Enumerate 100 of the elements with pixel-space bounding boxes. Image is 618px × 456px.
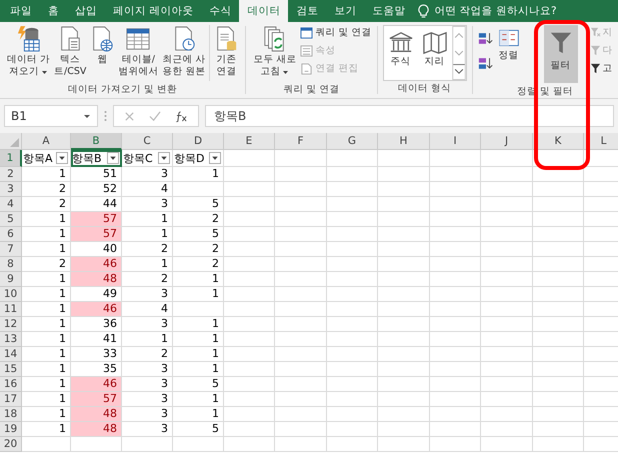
empty-cell bbox=[533, 150, 584, 167]
column-header[interactable]: D bbox=[173, 133, 224, 150]
funnel-icon bbox=[590, 45, 601, 56]
row-header[interactable]: 12 bbox=[0, 317, 22, 332]
caret-icon bbox=[282, 70, 290, 74]
ribbon-small-button[interactable]: 쿼리 및 연결 bbox=[300, 25, 372, 40]
sort-ascending-icon[interactable] bbox=[478, 31, 494, 46]
filter-dropdown-icon[interactable] bbox=[107, 152, 119, 164]
table-cell: 4 bbox=[122, 182, 173, 197]
row-header[interactable]: 6 bbox=[0, 227, 22, 242]
empty-cell bbox=[481, 317, 533, 332]
empty-cell bbox=[275, 227, 327, 242]
name-box[interactable]: B1 bbox=[4, 105, 98, 127]
column-header[interactable]: J bbox=[481, 133, 533, 150]
filter-button[interactable]: 필터 bbox=[544, 25, 578, 83]
column-header[interactable]: E bbox=[224, 133, 275, 150]
row-header[interactable]: 19 bbox=[0, 422, 22, 437]
row-header[interactable]: 8 bbox=[0, 257, 22, 272]
table-cell: 5 bbox=[173, 422, 224, 437]
ribbon-tab[interactable]: 검토 bbox=[288, 0, 326, 22]
empty-cell bbox=[430, 242, 481, 257]
formula-input[interactable]: 항목B bbox=[205, 105, 614, 127]
table-cell: 36 bbox=[71, 317, 122, 332]
data-type-button[interactable]: 지리 bbox=[418, 26, 452, 68]
document-icon bbox=[300, 62, 314, 74]
row-header[interactable]: 17 bbox=[0, 392, 22, 407]
column-header[interactable]: G bbox=[327, 133, 378, 150]
column-header[interactable]: A bbox=[22, 133, 71, 150]
ribbon-button[interactable]: 웹 bbox=[88, 25, 116, 83]
row-header[interactable]: 5 bbox=[0, 212, 22, 227]
empty-cell bbox=[533, 362, 584, 377]
sort-button[interactable]: 정렬 bbox=[496, 25, 522, 85]
empty-cell bbox=[224, 347, 275, 362]
ribbon-button[interactable]: 최근에 사 용한 원본 bbox=[160, 25, 208, 83]
ribbon-small-button[interactable]: 고 bbox=[590, 61, 613, 76]
row-header[interactable]: 15 bbox=[0, 362, 22, 377]
row-header[interactable]: 10 bbox=[0, 287, 22, 302]
column-header[interactable]: I bbox=[430, 133, 481, 150]
empty-cell bbox=[327, 167, 378, 182]
ribbon-button[interactable]: 데이터 가 져오기 bbox=[5, 25, 52, 83]
gallery-scroll-icon[interactable] bbox=[452, 26, 466, 80]
table-header-cell[interactable]: 항목C bbox=[122, 150, 173, 167]
data-type-button[interactable]: 주식 bbox=[384, 26, 418, 68]
row-header[interactable]: 16 bbox=[0, 377, 22, 392]
filter-dropdown-icon[interactable] bbox=[158, 152, 170, 164]
tell-me-search[interactable]: 어떤 작업을 원하시나요? bbox=[434, 4, 557, 18]
row-header[interactable]: 4 bbox=[0, 197, 22, 212]
refresh-all-button[interactable]: 모두 새로 고침 bbox=[251, 25, 298, 83]
column-header[interactable]: K bbox=[533, 133, 584, 150]
table-cell: 5 bbox=[173, 377, 224, 392]
empty-cell bbox=[275, 332, 327, 347]
column-header[interactable]: F bbox=[275, 133, 327, 150]
empty-cell bbox=[481, 437, 533, 452]
ribbon-tab[interactable]: 도움말 bbox=[364, 0, 414, 22]
empty-cell bbox=[275, 377, 327, 392]
ribbon-button[interactable]: 텍스 트/CSV bbox=[52, 25, 88, 83]
table-cell: 41 bbox=[71, 332, 122, 347]
row-header[interactable]: 2 bbox=[0, 167, 22, 182]
filter-dropdown-icon[interactable] bbox=[209, 152, 221, 164]
function-icon[interactable] bbox=[175, 110, 188, 122]
row-header[interactable]: 9 bbox=[0, 272, 22, 287]
table-cell: 1 bbox=[173, 317, 224, 332]
row-header[interactable]: 11 bbox=[0, 302, 22, 317]
ribbon-tab[interactable]: 파일 bbox=[2, 0, 40, 22]
ribbon-tab[interactable]: 데이터 bbox=[239, 0, 288, 22]
table-header-cell[interactable]: 항목B bbox=[71, 150, 122, 167]
empty-cell bbox=[275, 317, 327, 332]
ribbon-tab[interactable]: 보기 bbox=[326, 0, 364, 22]
empty-cell bbox=[327, 317, 378, 332]
row-header[interactable]: 18 bbox=[0, 407, 22, 422]
row-header[interactable]: 20 bbox=[0, 437, 22, 452]
empty-cell bbox=[224, 167, 275, 182]
column-header[interactable]: H bbox=[378, 133, 430, 150]
table-cell: 3 bbox=[122, 287, 173, 302]
empty-cell bbox=[430, 272, 481, 287]
row-header[interactable]: 14 bbox=[0, 347, 22, 362]
filter-dropdown-icon[interactable] bbox=[56, 152, 68, 164]
row-header[interactable]: 13 bbox=[0, 332, 22, 347]
sort-table-icon bbox=[498, 27, 520, 49]
web-page-icon bbox=[90, 25, 114, 53]
table-header-cell[interactable]: 항목A bbox=[22, 150, 71, 167]
checkmark-icon[interactable] bbox=[149, 110, 161, 122]
ribbon-tab[interactable]: 삽입 bbox=[67, 0, 105, 22]
ribbon-button[interactable]: 기존 연결 bbox=[212, 25, 240, 83]
empty-cell bbox=[481, 167, 533, 182]
ribbon-tab[interactable]: 수식 bbox=[201, 0, 240, 22]
table-header-cell[interactable]: 항목D bbox=[173, 150, 224, 167]
column-header[interactable]: B bbox=[71, 133, 122, 150]
column-header[interactable]: C bbox=[122, 133, 173, 150]
table-cell: 3 bbox=[122, 317, 173, 332]
sort-descending-icon[interactable] bbox=[478, 56, 494, 71]
row-header[interactable]: 1 bbox=[0, 150, 22, 167]
empty-cell bbox=[430, 197, 481, 212]
ribbon-tab[interactable]: 홈 bbox=[40, 0, 67, 22]
ribbon-tab[interactable]: 페이지 레이아웃 bbox=[105, 0, 202, 22]
empty-cell bbox=[533, 272, 584, 287]
empty-cell bbox=[327, 392, 378, 407]
row-header[interactable]: 7 bbox=[0, 242, 22, 257]
row-header[interactable]: 3 bbox=[0, 182, 22, 197]
ribbon-button[interactable]: 테이블/ 범위에서 bbox=[116, 25, 160, 83]
